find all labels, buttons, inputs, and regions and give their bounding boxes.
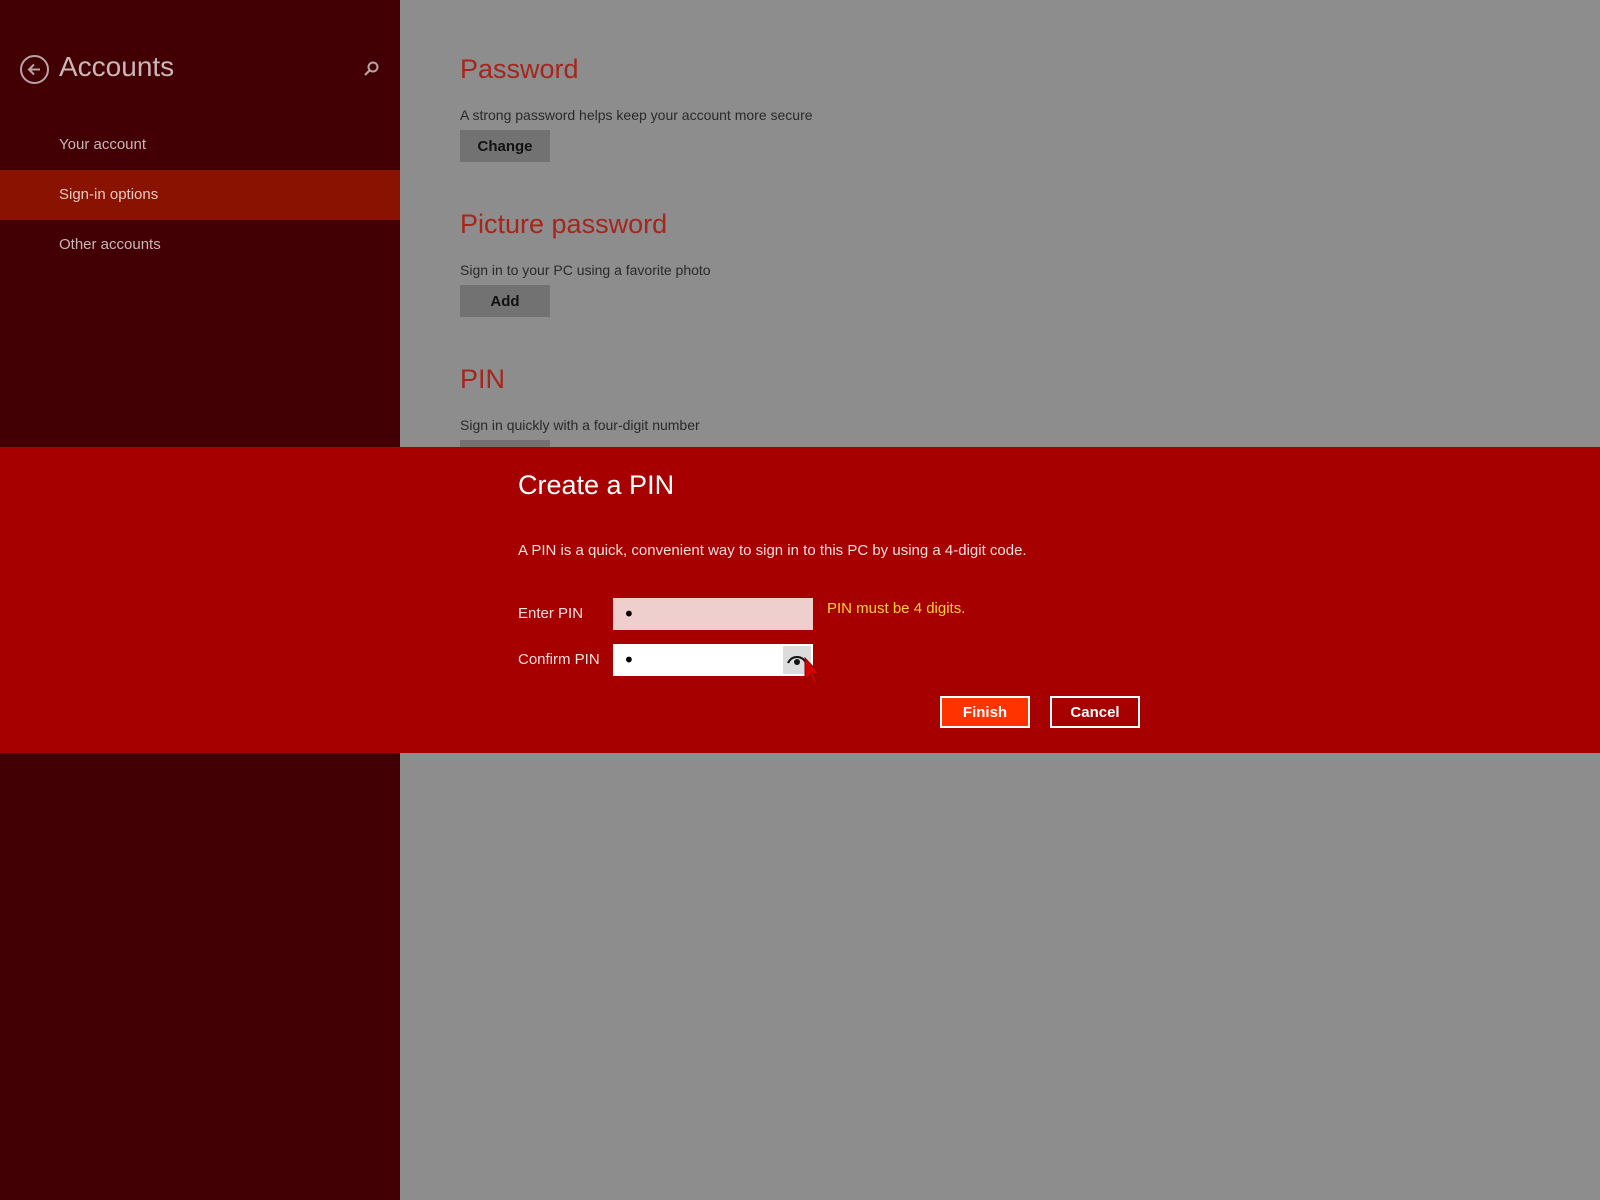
search-icon	[364, 61, 379, 76]
page-title: Accounts	[59, 51, 175, 82]
pin-description: Sign in quickly with a four-digit number	[460, 417, 700, 433]
change-password-button[interactable]: Change	[460, 130, 550, 162]
dialog-description: A PIN is a quick, convenient way to sign…	[518, 542, 1027, 559]
picture-password-title: Picture password	[460, 209, 668, 239]
mouse-cursor-icon	[804, 656, 822, 684]
cancel-button[interactable]: Cancel	[1050, 696, 1140, 728]
dialog-title: Create a PIN	[518, 470, 675, 500]
pin-title: PIN	[460, 364, 506, 394]
add-picture-password-button[interactable]: Add	[460, 285, 550, 317]
confirm-pin-label: Confirm PIN	[518, 651, 600, 668]
back-button[interactable]	[20, 55, 49, 84]
password-description: A strong password helps keep your accoun…	[460, 107, 813, 123]
sidebar-item-your-account[interactable]: Your account	[0, 120, 400, 170]
sidebar-item-sign-in-options[interactable]: Sign-in options	[0, 170, 400, 220]
pin-error-message: PIN must be 4 digits.	[827, 600, 966, 617]
finish-button[interactable]: Finish	[940, 696, 1030, 728]
enter-pin-input[interactable]	[613, 598, 813, 630]
sidebar-item-other-accounts[interactable]: Other accounts	[0, 220, 400, 270]
main-content: Password A strong password helps keep yo…	[400, 0, 1600, 472]
create-pin-dialog: Create a PIN A PIN is a quick, convenien…	[0, 447, 1600, 753]
enter-pin-label: Enter PIN	[518, 605, 584, 622]
back-arrow-icon	[27, 63, 40, 76]
search-button[interactable]	[362, 60, 382, 80]
password-title: Password	[460, 54, 579, 84]
settings-screen: Accounts Your account Sign-in options Ot…	[0, 0, 1600, 1200]
picture-password-description: Sign in to your PC using a favorite phot…	[460, 262, 711, 278]
